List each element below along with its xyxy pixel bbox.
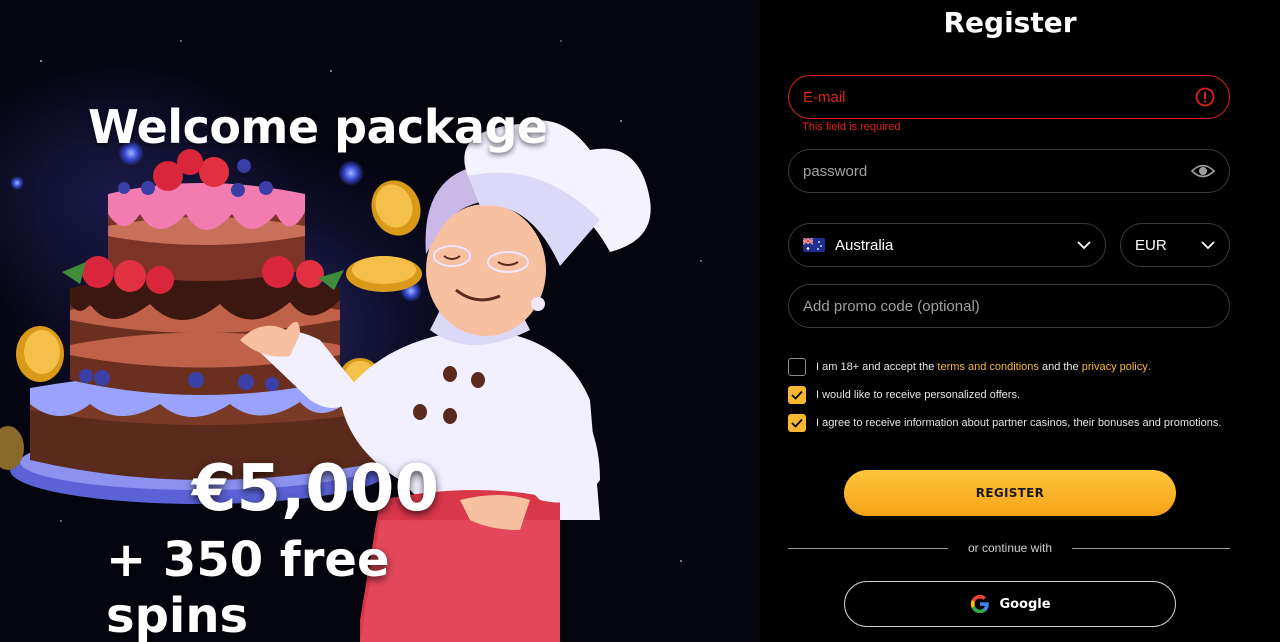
- divider-line-left: [788, 548, 948, 549]
- offers-checkbox-row: I would like to receive personalized off…: [788, 386, 1020, 404]
- promo-free-spins: + 350 free spins: [106, 532, 390, 642]
- password-input[interactable]: [803, 162, 1191, 180]
- divider-line-right: [1072, 548, 1230, 549]
- google-icon: [971, 594, 990, 614]
- email-error-message: This field is required: [802, 121, 901, 133]
- promo-code-input[interactable]: [803, 297, 1215, 315]
- email-field[interactable]: [788, 75, 1230, 119]
- terms-text-after: .: [1147, 361, 1151, 373]
- partners-checkbox-label: I agree to receive information about par…: [816, 417, 1222, 429]
- divider-text: or continue with: [967, 541, 1053, 555]
- email-input[interactable]: [803, 88, 1195, 106]
- promo-code-field[interactable]: [788, 284, 1230, 328]
- password-field[interactable]: [788, 149, 1230, 193]
- promo-banner: Welcome package €5,000 + 350 free spins: [0, 0, 760, 642]
- terms-text-before: I am 18+ and accept the: [816, 361, 935, 373]
- offers-checkbox-label: I would like to receive personalized off…: [816, 389, 1021, 401]
- google-signin-button[interactable]: Google: [844, 581, 1176, 627]
- checkmark-icon: [791, 390, 803, 400]
- register-form: Register This field is required: [760, 0, 1280, 642]
- register-button[interactable]: REGISTER: [844, 470, 1176, 516]
- offers-checkbox[interactable]: [788, 386, 806, 404]
- terms-and-conditions-link[interactable]: terms and conditions: [937, 361, 1039, 373]
- promo-title: Welcome package: [88, 100, 548, 154]
- terms-checkbox[interactable]: [788, 358, 806, 376]
- error-icon: [1195, 87, 1215, 107]
- promo-amount: €5,000: [192, 452, 439, 526]
- privacy-policy-link[interactable]: privacy policy: [1082, 361, 1148, 373]
- chevron-down-icon: [1201, 241, 1215, 250]
- country-select[interactable]: Australia: [788, 223, 1106, 267]
- currency-value: EUR: [1135, 236, 1167, 254]
- chevron-down-icon: [1077, 241, 1091, 250]
- australia-flag-icon: [803, 238, 825, 252]
- checkmark-icon: [791, 418, 803, 428]
- country-value: Australia: [835, 236, 894, 254]
- partners-checkbox-row: I agree to receive information about par…: [788, 414, 1221, 432]
- partners-checkbox[interactable]: [788, 414, 806, 432]
- google-button-label: Google: [999, 596, 1051, 612]
- currency-select[interactable]: EUR: [1120, 223, 1230, 267]
- show-password-eye-icon[interactable]: [1191, 163, 1215, 179]
- form-title: Register: [943, 6, 1077, 39]
- terms-text-middle: and the: [1041, 361, 1079, 373]
- terms-checkbox-row: I am 18+ and accept the terms and condit…: [788, 358, 1151, 376]
